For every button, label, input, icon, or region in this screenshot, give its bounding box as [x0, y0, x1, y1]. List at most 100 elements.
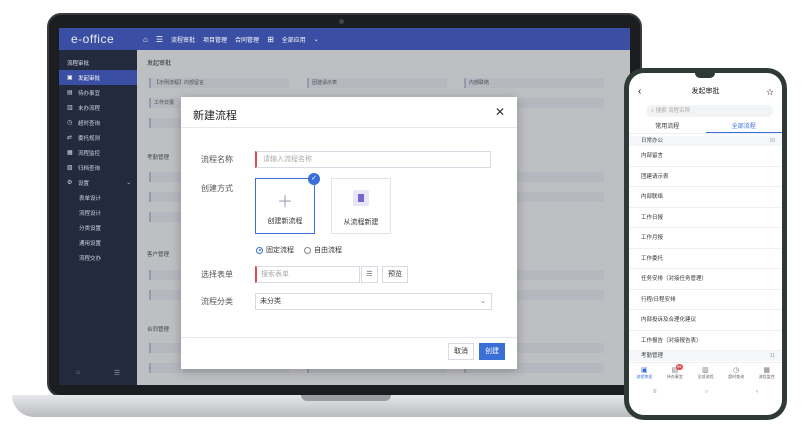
top-nav: ⌂ ☰ 流程审批 项目管理 合同管理 ⊞ 全部应用 ⌄ — [137, 35, 319, 44]
gear-icon: ⚙ — [67, 180, 73, 186]
sidebar-sub-flow-design[interactable]: 流程设计 — [59, 205, 137, 220]
sidebar-item-label: 未办流程 — [78, 105, 101, 112]
sidebar-item-label: 设置 — [78, 180, 90, 187]
home-icon[interactable]: ○ — [704, 389, 708, 395]
sidebar-item-timeout[interactable]: ◷ 超时查询 — [59, 115, 137, 130]
create-method-label: 创建方式 — [201, 184, 233, 193]
approval-icon: ▣ — [640, 367, 648, 374]
radio-dot — [304, 246, 311, 254]
sidebar-sub-general[interactable]: 通用设置 — [59, 235, 137, 250]
sidebar-item-label: 超时查询 — [78, 120, 101, 127]
cancel-button[interactable]: 取消 — [448, 343, 474, 360]
plus-icon: ＋ — [276, 194, 293, 211]
form-search-input[interactable]: 搜索表单 — [255, 266, 360, 283]
create-button[interactable]: 创建 — [479, 343, 505, 360]
flow-type-radios: 固定流程 自由流程 — [256, 245, 342, 255]
grid-icon[interactable]: ⊞ — [267, 35, 274, 44]
sidebar-item-delegate[interactable]: ⇄ 委托规则 — [59, 130, 137, 145]
list-item[interactable]: 团建请示表 — [629, 167, 782, 187]
sidebar-item-archive[interactable]: ▧ 归档查询 — [59, 160, 137, 175]
phone-search-input[interactable]: ⌕ 搜索 流程名称 — [646, 105, 773, 117]
sidebar: 流程审批 ▣ 发起审批 ▤ 待办事宜 ▥ 未办流程 ◷ 超时查询 ⇄ 委托规则 ▦ 流程监控… — [59, 50, 137, 385]
home-icon[interactable]: ⌂ — [143, 35, 148, 44]
category-select[interactable]: 未分类 ⌄ — [255, 293, 492, 310]
topnav-item-contract[interactable]: 合同管理 — [235, 35, 259, 44]
sidebar-item-start[interactable]: ▣ 发起审批 — [59, 70, 137, 85]
close-icon[interactable]: ✕ — [495, 105, 505, 119]
phone-header-title: 发起审批 — [691, 88, 720, 95]
tab-all[interactable]: 全部流程 — [705, 121, 782, 133]
radio-fixed-label: 固定流程 — [266, 247, 294, 254]
list-item[interactable]: 任务安排（对接任务管理） — [629, 269, 782, 290]
sidebar-item-settings[interactable]: ⚙ 设置 ⌄ — [59, 175, 137, 190]
menu-icon[interactable]: ☰ — [156, 35, 163, 44]
sidebar-title: 流程审批 — [67, 61, 90, 67]
chevron-down-icon[interactable]: ⌄ — [314, 36, 319, 43]
topnav-item-project[interactable]: 项目管理 — [203, 35, 227, 44]
menu-icon[interactable]: ☰ — [114, 369, 120, 377]
sidebar-item-monitor[interactable]: ▦ 流程监控 — [59, 145, 137, 160]
sidebar-sub-handover[interactable]: 流程交办 — [59, 250, 137, 265]
phone-flow-list: 日常办公 10 内部留言 团建请示表 内部联络 工作日报 工作月报 工作委托 任务… — [629, 136, 782, 361]
monitor-icon: ▦ — [763, 367, 770, 374]
app-logo: e-office — [71, 32, 115, 46]
nav-label: 全部流程 — [697, 374, 714, 379]
list-item[interactable]: 工作报告（对接报告表） — [629, 331, 782, 351]
collapse-icon[interactable]: ⌂ — [76, 369, 80, 377]
list-item[interactable]: 内部联络 — [629, 187, 782, 208]
nav-monitor[interactable]: ▦ 流程监控 — [751, 363, 782, 386]
radio-fixed[interactable]: 固定流程 — [256, 245, 294, 255]
from-flow-card[interactable]: 从流程新建 — [331, 178, 391, 234]
list-item[interactable]: 工作日报 — [629, 208, 782, 228]
nav-label: 超时查询 — [728, 374, 745, 379]
list-item[interactable]: 内部投诉及合理化建议 — [629, 310, 782, 331]
list-item[interactable]: 工作委托 — [629, 249, 782, 269]
sidebar-item-undone[interactable]: ▥ 未办流程 — [59, 100, 137, 115]
nav-todo[interactable]: ▤ 待办事宜 99 — [660, 363, 691, 386]
group-daily[interactable]: 日常办公 10 — [629, 136, 782, 146]
sidebar-item-label: 归档查询 — [78, 165, 101, 172]
dialog-footer-divider — [181, 337, 517, 338]
form-picker-icon[interactable]: ☰ — [361, 266, 378, 283]
sidebar-sub-form-design[interactable]: 表单设计 — [59, 190, 137, 205]
category-value: 未分类 — [260, 298, 281, 305]
sidebar-item-todo[interactable]: ▤ 待办事宜 — [59, 85, 137, 100]
sidebar-footer: ⌂ ☰ — [59, 369, 137, 377]
group-attendance[interactable]: 考勤管理 11 — [629, 351, 782, 361]
flow-name-label: 流程名称 — [201, 155, 233, 164]
document-icon — [353, 190, 369, 206]
nav-all-flows[interactable]: ▥ 全部流程 — [690, 363, 721, 386]
star-icon[interactable]: ☆ — [766, 81, 774, 103]
topnav-item-approval[interactable]: 流程审批 — [171, 35, 195, 44]
dialog-divider — [181, 127, 517, 128]
radio-free-label: 自由流程 — [314, 247, 342, 254]
nav-timeout[interactable]: ◷ 超时查询 — [721, 363, 752, 386]
form-select-label: 选择表单 — [201, 270, 233, 279]
recents-icon[interactable]: ≡ — [653, 389, 657, 395]
list-item[interactable]: 内部留言 — [629, 146, 782, 167]
sidebar-item-label: 待办事宜 — [78, 90, 101, 97]
group-label: 考勤管理 — [641, 353, 664, 359]
create-new-card[interactable]: ＋ 创建新流程 ✓ — [255, 173, 320, 234]
chevron-down-icon: ⌄ — [480, 298, 486, 305]
list-item[interactable]: 工作月报 — [629, 228, 782, 249]
sidebar-sub-category[interactable]: 分类设置 — [59, 220, 137, 235]
tab-common[interactable]: 常用流程 — [629, 121, 706, 133]
back-nav-icon[interactable]: ‹ — [756, 389, 758, 395]
radio-free[interactable]: 自由流程 — [304, 245, 342, 255]
clock-icon: ◷ — [733, 367, 740, 374]
back-icon[interactable]: ‹ — [638, 81, 641, 103]
monitor-icon: ▦ — [67, 150, 73, 156]
nav-label: 待办事宜 — [666, 374, 683, 379]
stage: e-office ⌂ ☰ 流程审批 项目管理 合同管理 ⊞ 全部应用 ⌄ 流程审… — [0, 0, 807, 433]
phone-screen: 发起审批 ‹ ☆ ⌕ 搜索 流程名称 常用流程 全部流程 日常办公 10 内部留言… — [629, 73, 782, 415]
laptop-base — [12, 395, 680, 417]
flow-name-input[interactable]: 请输入流程名称 — [255, 151, 491, 168]
phone-tabs: 常用流程 全部流程 — [629, 121, 782, 134]
nav-approval[interactable]: ▣ 流程审批 — [629, 363, 660, 386]
list-item[interactable]: 行程/日程安排 — [629, 290, 782, 310]
topnav-item-all-apps[interactable]: 全部应用 — [282, 35, 306, 44]
preview-button[interactable]: 预览 — [382, 266, 408, 283]
sidebar-item-label: 委托规则 — [78, 135, 101, 142]
dialog-title: 新建流程 — [193, 110, 237, 122]
